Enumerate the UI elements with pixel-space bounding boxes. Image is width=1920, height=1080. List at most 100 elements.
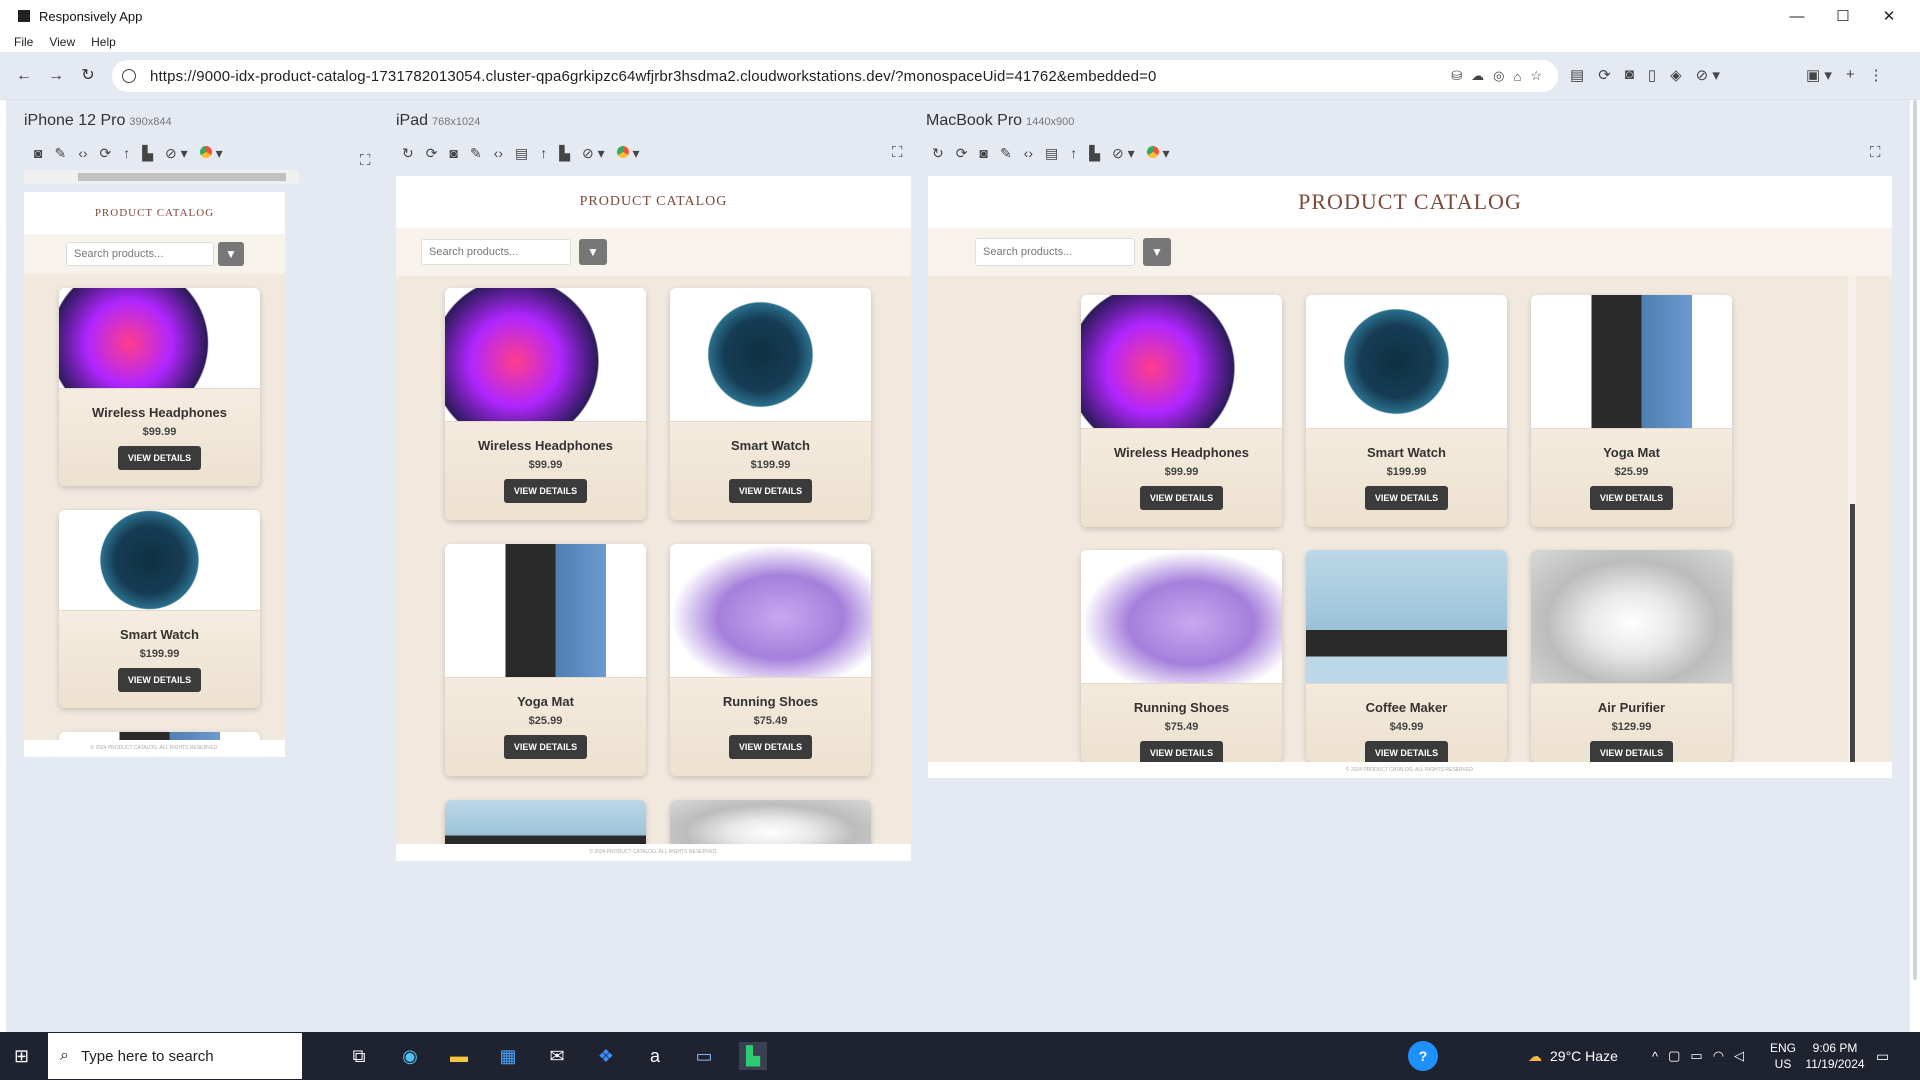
layout-icon[interactable]: ▙ — [1089, 145, 1100, 162]
cookies-icon[interactable]: ☁ — [1471, 68, 1484, 84]
dropbox-icon[interactable]: ❖ — [592, 1042, 620, 1070]
preview-layout-icon[interactable]: ▤ — [1570, 66, 1584, 86]
code-icon[interactable]: ‹› — [494, 145, 503, 161]
responsively-icon[interactable]: ▙ — [739, 1042, 767, 1070]
reload-icon[interactable]: ↻ — [78, 66, 98, 86]
code-icon[interactable]: ‹› — [1024, 145, 1033, 161]
rotate-icon[interactable]: ⟳ — [426, 145, 438, 162]
macbook-vscrollbar[interactable] — [1848, 276, 1856, 762]
rotate-icon[interactable]: ⟳ — [100, 145, 112, 162]
inspect-icon[interactable]: ✎ — [470, 145, 482, 162]
app-window-icon[interactable]: ▭ — [690, 1042, 718, 1070]
view-details-button[interactable]: VIEW DETAILS — [728, 735, 813, 759]
add-device-icon[interactable]: + — [1846, 66, 1855, 86]
code-icon[interactable]: ‹› — [78, 145, 87, 161]
view-details-button[interactable]: VIEW DETAILS — [1589, 741, 1674, 762]
tray-chevron-icon[interactable]: ^ — [1652, 1049, 1658, 1064]
filter-icon[interactable]: ▼ — [1143, 238, 1171, 266]
view-details-button[interactable]: VIEW DETAILS — [1364, 486, 1449, 510]
close-button[interactable]: ✕ — [1866, 0, 1912, 32]
minimize-button[interactable]: — — [1774, 0, 1820, 32]
view-details-button[interactable]: VIEW DETAILS — [1364, 741, 1449, 762]
volume-icon[interactable]: ◁ — [1734, 1048, 1744, 1064]
view-details-button[interactable]: VIEW DETAILS — [1589, 486, 1674, 510]
task-view-icon[interactable]: ⧉ — [345, 1042, 373, 1070]
scroll-up-icon[interactable]: ↑ — [1070, 145, 1077, 161]
view-details-button[interactable]: VIEW DETAILS — [503, 479, 588, 503]
rotate-icon[interactable]: ⟳ — [956, 145, 968, 162]
hide-icon[interactable]: ⊘ ▾ — [1112, 145, 1135, 162]
battery-icon[interactable]: ▭ — [1690, 1048, 1702, 1064]
bookmark-star-icon[interactable]: ☆ — [1530, 68, 1542, 84]
edge-icon[interactable]: ◉ — [396, 1042, 424, 1070]
back-icon[interactable]: ← — [14, 66, 34, 86]
color-blind-icon[interactable]: ▾ — [616, 145, 640, 162]
device-icon[interactable]: ▤ — [515, 145, 528, 162]
workspace-scrollbar[interactable] — [1910, 100, 1920, 1032]
device-manager-icon[interactable]: ▣ ▾ — [1806, 66, 1832, 86]
clock[interactable]: 9:06 PM 11/19/2024 — [1800, 1040, 1870, 1072]
amazon-icon[interactable]: a — [641, 1042, 669, 1070]
screenshot-all-icon[interactable]: ◙ — [1625, 66, 1634, 86]
scrollbar-thumb[interactable] — [1913, 100, 1917, 980]
search-input[interactable]: Search products... — [66, 242, 214, 266]
menu-file[interactable]: File — [14, 35, 33, 49]
inspect-icon[interactable]: ✎ — [1000, 145, 1012, 162]
hide-icon[interactable]: ⊘ ▾ — [582, 145, 605, 162]
search-input[interactable]: Search products... — [421, 239, 571, 265]
view-details-button[interactable]: VIEW DETAILS — [503, 735, 588, 759]
layers-icon[interactable]: ◈ — [1670, 66, 1682, 86]
clear-storage-icon[interactable]: ⛁ — [1451, 68, 1462, 84]
color-blind-icon[interactable]: ▾ — [199, 145, 223, 162]
menu-help[interactable]: Help — [91, 35, 116, 49]
network-icon[interactable]: ◎ — [1493, 68, 1504, 84]
file-explorer-icon[interactable]: ▬ — [445, 1042, 473, 1070]
more-menu-icon[interactable]: ⋮ — [1869, 66, 1884, 86]
address-bar[interactable]: https://9000-idx-product-catalog-1731782… — [112, 60, 1558, 92]
view-details-button[interactable]: VIEW DETAILS — [1139, 486, 1224, 510]
view-details-button[interactable]: VIEW DETAILS — [117, 668, 202, 692]
windows-start-icon[interactable]: ⊞ — [14, 1046, 34, 1066]
color-blind-icon[interactable]: ▾ — [1146, 145, 1170, 162]
inspect-icon[interactable]: ✎ — [54, 145, 66, 162]
filter-icon[interactable]: ▼ — [579, 239, 607, 265]
scroll-up-icon[interactable]: ↑ — [540, 145, 547, 161]
taskbar-search[interactable]: ⌕ Type here to search — [48, 1033, 302, 1079]
hide-all-icon[interactable]: ⊘ ▾ — [1696, 66, 1720, 86]
language-indicator[interactable]: ENG US — [1766, 1040, 1800, 1072]
maximize-button[interactable]: ☐ — [1820, 0, 1866, 32]
layout-icon[interactable]: ▙ — [559, 145, 570, 162]
view-details-button[interactable]: VIEW DETAILS — [1139, 741, 1224, 762]
view-details-button[interactable]: VIEW DETAILS — [117, 446, 202, 470]
menu-view[interactable]: View — [49, 35, 75, 49]
expand-icon[interactable]: ⛶ — [1870, 144, 1881, 161]
forward-icon[interactable]: → — [46, 66, 66, 86]
filter-icon[interactable]: ▼ — [218, 242, 244, 266]
help-icon[interactable]: ? — [1408, 1032, 1438, 1080]
rotate-all-icon[interactable]: ⟳ — [1598, 66, 1611, 86]
iphone-hscrollbar[interactable] — [24, 170, 299, 184]
expand-icon[interactable]: ⛶ — [892, 144, 903, 161]
scroll-up-icon[interactable]: ↑ — [123, 145, 130, 161]
layout-icon[interactable]: ▙ — [142, 145, 153, 162]
hscroll-thumb[interactable] — [78, 173, 286, 181]
expand-icon[interactable]: ⛶ — [360, 152, 371, 169]
store-icon[interactable]: ▦ — [494, 1042, 522, 1070]
search-input[interactable]: Search products... — [975, 238, 1135, 266]
url-text[interactable]: https://9000-idx-product-catalog-1731782… — [150, 68, 1157, 85]
hide-icon[interactable]: ⊘ ▾ — [165, 145, 188, 162]
weather-widget[interactable]: ☁ 29°C Haze — [1528, 1032, 1618, 1080]
home-icon[interactable]: ⌂ — [1513, 69, 1521, 84]
screenshot-icon[interactable]: ◙ — [979, 145, 987, 161]
meet-icon[interactable]: ▢ — [1668, 1048, 1680, 1064]
device-icon[interactable]: ▤ — [1045, 145, 1058, 162]
notification-icon[interactable]: ▭ — [1876, 1032, 1889, 1080]
view-details-button[interactable]: VIEW DETAILS — [728, 479, 813, 503]
wifi-icon[interactable]: ◠ — [1713, 1048, 1724, 1064]
mail-icon[interactable]: ✉ — [543, 1042, 571, 1070]
reload-icon[interactable]: ↻ — [402, 145, 414, 162]
vscroll-thumb[interactable] — [1850, 504, 1855, 762]
screenshot-icon[interactable]: ◙ — [34, 145, 42, 161]
screenshot-icon[interactable]: ◙ — [449, 145, 457, 161]
document-icon[interactable]: ▯ — [1648, 66, 1656, 86]
